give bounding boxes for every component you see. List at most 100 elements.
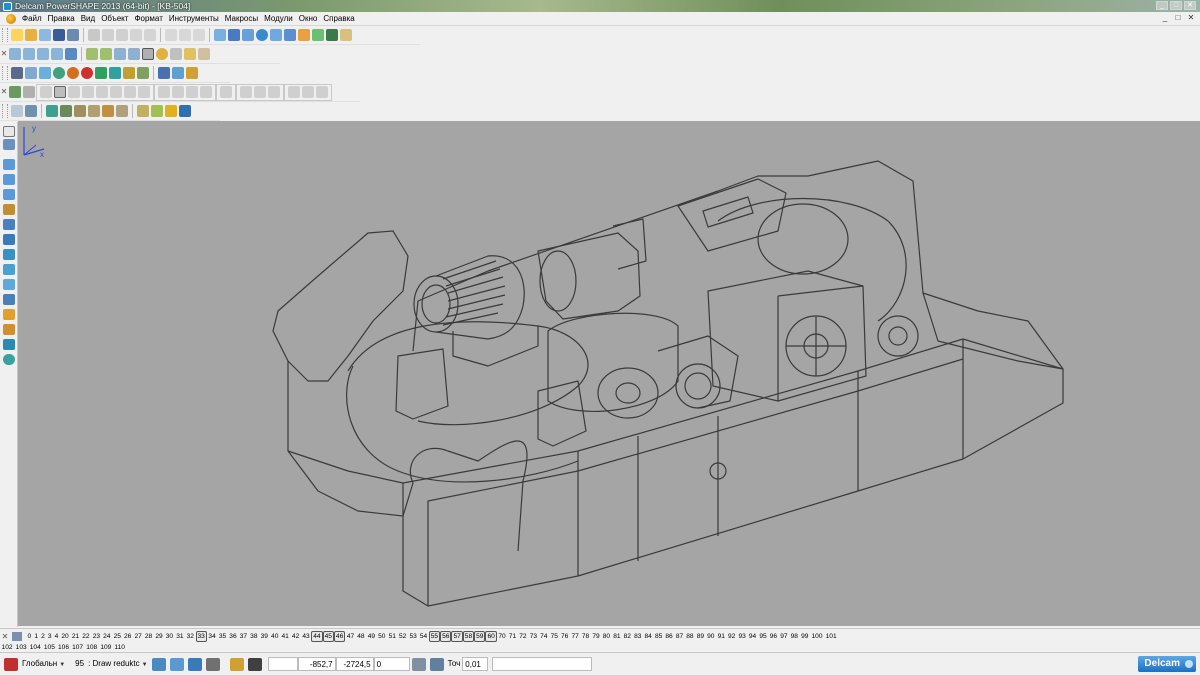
level-button[interactable]: 101 <box>824 632 838 641</box>
level-button[interactable]: 78 <box>580 632 590 641</box>
level-button[interactable]: 29 <box>154 632 164 641</box>
level-button[interactable]: 4 <box>53 632 60 641</box>
level-button[interactable]: 49 <box>366 632 376 641</box>
level-button[interactable]: 46 <box>333 630 346 642</box>
shading-icon[interactable] <box>326 29 338 41</box>
level-button[interactable]: 27 <box>133 632 143 641</box>
coordinate-blank-field[interactable] <box>267 657 298 671</box>
level-button[interactable]: 77 <box>570 632 580 641</box>
level-button[interactable]: 33 <box>195 630 207 642</box>
filter-icon[interactable] <box>205 657 220 671</box>
quick-select-surfaces-icon[interactable] <box>169 657 184 671</box>
level-button[interactable]: 57 <box>451 630 463 642</box>
workplane-icon[interactable] <box>4 657 18 671</box>
grid-icon[interactable] <box>247 657 262 671</box>
close-button[interactable]: ✕ <box>1184 1 1196 10</box>
level-button[interactable]: 21 <box>70 632 80 641</box>
level-button[interactable]: 44 <box>311 630 323 642</box>
level-button[interactable]: 30 <box>164 632 174 641</box>
level-button[interactable]: 90 <box>706 632 716 641</box>
new-file-icon[interactable] <box>11 29 23 41</box>
level-button[interactable]: 36 <box>228 632 238 641</box>
open-file-icon[interactable] <box>25 29 37 41</box>
quick-select-solids-icon[interactable] <box>187 657 202 671</box>
levels-close-icon[interactable]: ✕ <box>0 632 10 641</box>
level-button[interactable]: 3 <box>46 632 53 641</box>
workplane-icon[interactable] <box>242 29 254 41</box>
doc-restore-button[interactable]: □ <box>1173 13 1183 23</box>
color-icon[interactable] <box>81 67 93 79</box>
document-icon[interactable] <box>6 13 16 24</box>
view-iso-icon[interactable] <box>51 48 63 60</box>
graphics-viewport[interactable]: y x <box>18 121 1200 626</box>
solid-cylinder-icon[interactable] <box>54 86 66 98</box>
level-button[interactable]: 26 <box>122 632 132 641</box>
level-button[interactable]: 45 <box>322 630 334 642</box>
tools-icon[interactable] <box>340 29 352 41</box>
levels-icon[interactable] <box>12 631 22 641</box>
level-button[interactable]: 89 <box>695 632 705 641</box>
pan-icon[interactable] <box>198 48 210 60</box>
gear-icon[interactable] <box>186 67 198 79</box>
shaded-icon[interactable] <box>156 48 168 60</box>
doc-close-button[interactable]: ✕ <box>1186 13 1196 23</box>
next-icon[interactable] <box>109 67 121 79</box>
zoom-all-icon[interactable] <box>128 48 140 60</box>
level-button[interactable]: 88 <box>685 632 695 641</box>
calculator-icon[interactable] <box>11 67 23 79</box>
level-button[interactable]: 37 <box>238 632 248 641</box>
select-icon[interactable] <box>214 29 226 41</box>
copy-icon[interactable] <box>102 29 114 41</box>
export-icon[interactable] <box>179 105 191 117</box>
level-button[interactable]: 55 <box>428 630 441 642</box>
menu-window[interactable]: Окно <box>296 14 321 23</box>
level-button[interactable]: 20 <box>60 632 70 641</box>
rotate-object-icon[interactable] <box>3 189 15 200</box>
level-button[interactable]: 22 <box>81 632 91 641</box>
level-button[interactable]: 97 <box>779 632 789 641</box>
select-arrow-icon[interactable] <box>3 126 15 137</box>
project-icon[interactable] <box>3 249 15 260</box>
level-button[interactable]: 38 <box>249 632 259 641</box>
split-icon[interactable] <box>74 105 86 117</box>
cut-icon[interactable] <box>88 29 100 41</box>
library-icon[interactable] <box>137 105 149 117</box>
calculator-icon[interactable] <box>411 657 426 671</box>
surface-menu-icon[interactable] <box>3 279 15 290</box>
sphere-icon[interactable] <box>53 67 65 79</box>
delete-icon[interactable] <box>144 29 156 41</box>
menu-edit[interactable]: Правка <box>45 14 78 23</box>
solid-menu-icon[interactable] <box>3 294 15 305</box>
level-button[interactable]: 47 <box>345 632 355 641</box>
analysis-icon[interactable] <box>172 67 184 79</box>
view-iso2-icon[interactable] <box>65 48 77 60</box>
info-icon[interactable] <box>158 67 170 79</box>
intersect-icon[interactable] <box>25 105 37 117</box>
level-button[interactable]: 109 <box>99 643 113 652</box>
level-button[interactable]: 80 <box>601 632 611 641</box>
view-top-icon[interactable] <box>9 48 21 60</box>
level-button[interactable]: 56 <box>440 630 452 642</box>
zoom-out-icon[interactable] <box>100 48 112 60</box>
lights-icon[interactable] <box>184 48 196 60</box>
workplane-selector[interactable]: Глобальн ▼ <box>20 657 67 671</box>
level-button[interactable]: 34 <box>207 632 217 641</box>
level-button[interactable]: 23 <box>91 632 101 641</box>
snap-icon[interactable] <box>229 657 244 671</box>
tag-icon[interactable] <box>165 105 177 117</box>
copy-object-icon[interactable] <box>3 159 15 170</box>
repeat-icon[interactable] <box>193 29 205 41</box>
level-button[interactable]: 84 <box>643 632 653 641</box>
level-button[interactable]: 86 <box>664 632 674 641</box>
toolbar-close-icon[interactable]: ✕ <box>0 49 8 59</box>
level-button[interactable]: 105 <box>42 643 56 652</box>
level-button[interactable]: 104 <box>28 643 42 652</box>
level-button[interactable]: 107 <box>71 643 85 652</box>
save-icon[interactable] <box>53 29 65 41</box>
offset-object-icon[interactable] <box>3 234 15 245</box>
tolerance-field[interactable]: 0,01 <box>462 657 489 671</box>
mesh-icon[interactable] <box>39 67 51 79</box>
level-button[interactable]: 32 <box>185 632 195 641</box>
render-icon[interactable] <box>170 48 182 60</box>
toolbar-grip[interactable] <box>2 104 8 118</box>
